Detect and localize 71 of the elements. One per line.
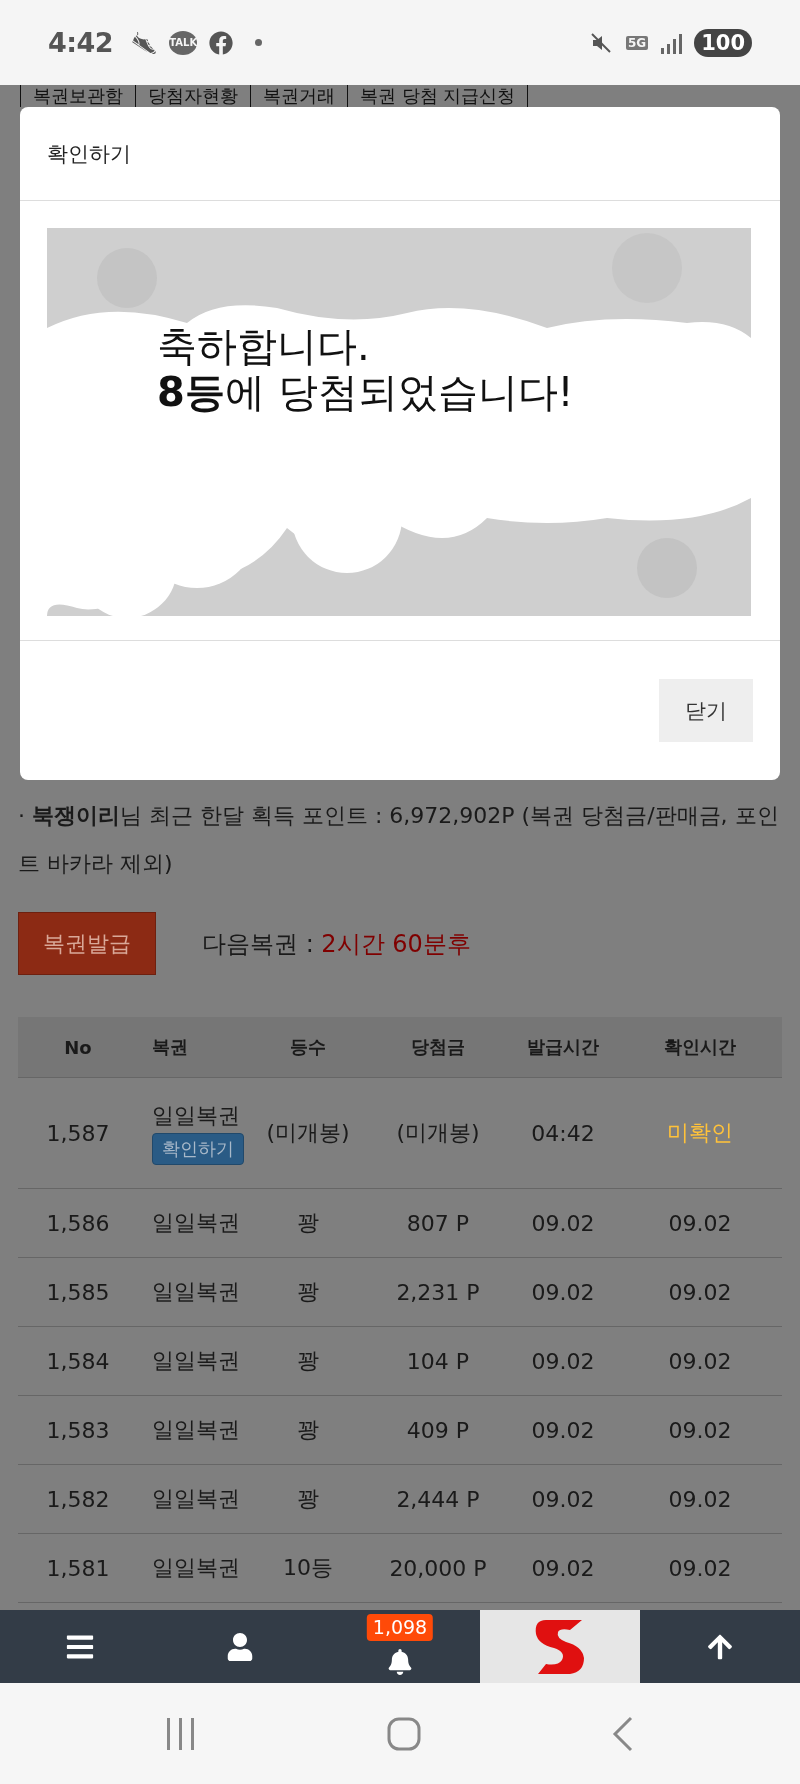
table-cell-text: 1,587 [45, 1120, 111, 1146]
table-cell-text: 일일복권 [151, 1554, 241, 1582]
table-cell-text: 09.02 [530, 1555, 596, 1581]
table-cell-text: 2,444 P [395, 1486, 481, 1512]
status-time: 4:42 [48, 27, 114, 58]
table-cell-text: 2,231 P [395, 1279, 481, 1305]
table-cell-text: 09.02 [667, 1555, 733, 1581]
table-cell-text: 1,582 [45, 1486, 111, 1512]
table-cell-text: 1,586 [45, 1210, 111, 1236]
table-cell-text: 20,000 P [388, 1555, 488, 1581]
table-cell-text: 09.02 [667, 1348, 733, 1374]
next-ticket-info: 다음복권 : 2시간 60분후 [202, 928, 471, 960]
shoe-icon [131, 29, 158, 56]
table-cell-text: 꽝 [296, 1416, 320, 1444]
table-cell-text: 꽝 [296, 1485, 320, 1513]
table-cell-text: 09.02 [667, 1279, 733, 1305]
table-cell-text: 09.02 [667, 1417, 733, 1443]
signal-icon [660, 31, 683, 54]
table-cell-text: 1,581 [45, 1555, 111, 1581]
table-cell-text: 꽝 [296, 1278, 320, 1306]
table-cell-text: 104 P [405, 1348, 471, 1374]
recent-apps-icon[interactable] [165, 1716, 197, 1751]
dot-icon [255, 39, 263, 46]
table-cell-text: 일일복권 [151, 1485, 241, 1513]
notification-badge: 1,098 [366, 1614, 434, 1641]
congratulation-message: 축하합니다. [157, 323, 371, 369]
home-icon[interactable] [387, 1716, 421, 1751]
table-cell-text: (미개봉) [395, 1119, 481, 1147]
table-cell-text: 꽝 [296, 1209, 320, 1237]
bell-icon[interactable] [387, 1649, 413, 1675]
table-cell-text: 09.02 [530, 1210, 596, 1236]
confirm-button[interactable]: 확인하기 [152, 1133, 244, 1165]
column-header: 당첨금 [410, 1035, 466, 1059]
table-cell-text: 09.02 [530, 1279, 596, 1305]
close-button[interactable]: 닫기 [659, 679, 753, 742]
table-cell-text: 409 P [405, 1417, 471, 1443]
table-cell-text: 일일복권 [152, 1102, 240, 1130]
table-cell-text: 09.02 [667, 1210, 733, 1236]
user-icon[interactable] [226, 1632, 254, 1661]
facebook-icon [209, 30, 234, 55]
table-cell-text: (미개봉) [265, 1119, 351, 1147]
scroll-top-icon[interactable] [706, 1632, 734, 1661]
table-cell-text: 1,584 [45, 1348, 111, 1374]
table-cell-text: 일일복권 [151, 1209, 241, 1237]
column-header: 등수 [289, 1035, 327, 1059]
table-cell-text: 일일복권 [151, 1416, 241, 1444]
network-label: 5G [625, 35, 649, 50]
table-cell-text: 04:42 [530, 1120, 596, 1146]
chat-logo: TALK [169, 30, 198, 55]
table-cell-text: 일일복권 [151, 1347, 241, 1375]
table-cell-text: 일일복권 [151, 1278, 241, 1306]
table-cell-text: 1,583 [45, 1417, 111, 1443]
table-cell-text: 09.02 [530, 1348, 596, 1374]
table-cell-text: 꽝 [296, 1347, 320, 1375]
back-icon[interactable] [611, 1715, 635, 1752]
points-notice: · 북쟁이리님 최근 한달 획득 포인트 : 6,972,902P (복권 당첨금/판매금, 포인트 바카라 제외) [18, 802, 780, 878]
table-cell-text: 807 P [405, 1210, 471, 1236]
column-header: 복권 [151, 1035, 189, 1059]
column-header: No [63, 1036, 93, 1058]
table-cell-text: 10등 [282, 1554, 334, 1582]
congratulation-message: 8등에 당첨되었습니다! [157, 369, 574, 415]
table-cell-text: 09.02 [667, 1486, 733, 1512]
battery-level: 100 [694, 28, 752, 57]
column-header: 확인시간 [663, 1035, 737, 1059]
table-cell-text: 1,585 [45, 1279, 111, 1305]
issue-ticket-button[interactable]: 복권발급 [18, 912, 156, 975]
table-cell-text: 09.02 [530, 1417, 596, 1443]
column-header: 발급시간 [526, 1035, 600, 1059]
dialog-title: 확인하기 [47, 140, 131, 168]
table-cell-text: 미확인 [666, 1119, 734, 1147]
table-cell-text: 09.02 [530, 1486, 596, 1512]
